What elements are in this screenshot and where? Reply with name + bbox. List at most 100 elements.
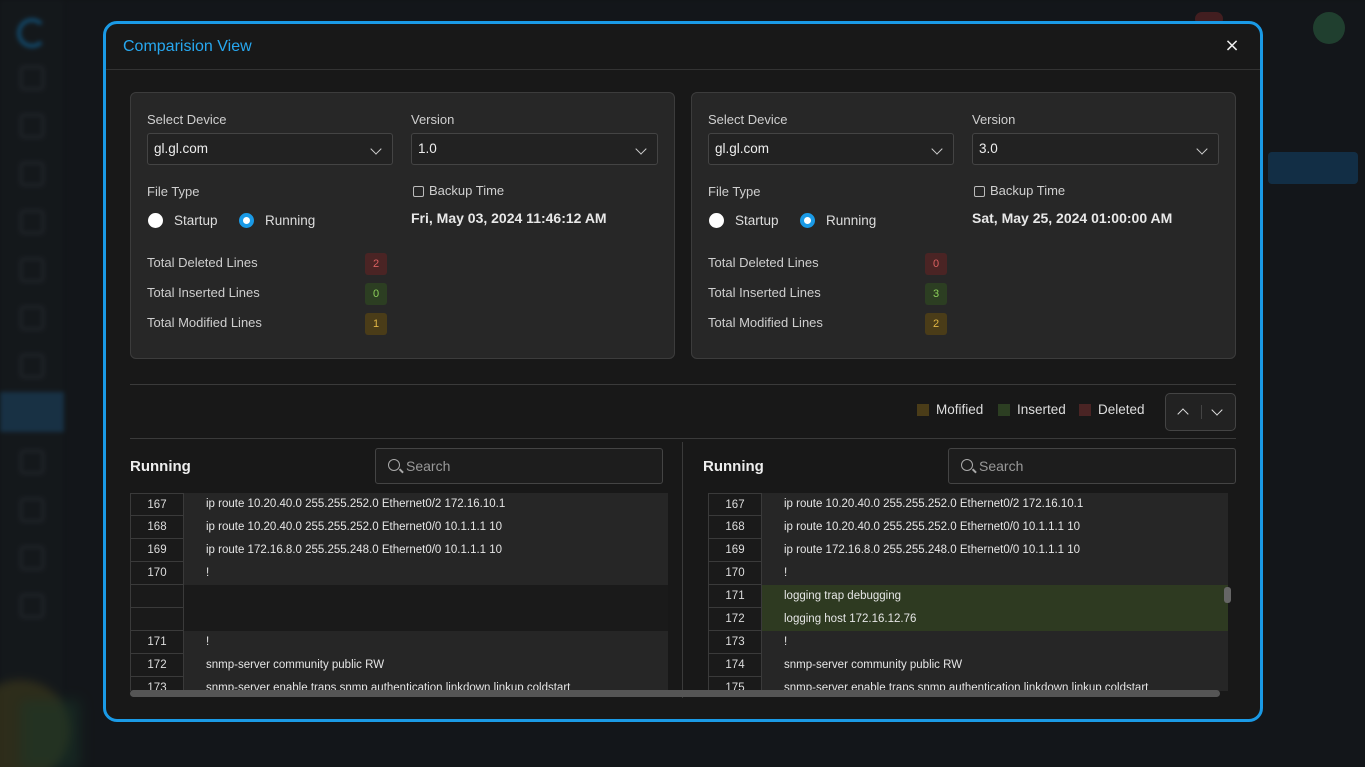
modified-count-badge: 2: [925, 313, 947, 335]
line-text: ip route 10.20.40.0 255.255.252.0 Ethern…: [184, 493, 668, 516]
device-select-value: gl.gl.com: [154, 141, 209, 156]
version-select-value: 1.0: [418, 141, 437, 156]
diff-row: 172 snmp-server community public RW: [130, 654, 668, 677]
line-text: logging trap debugging: [762, 585, 1228, 608]
left-search-input[interactable]: Search: [375, 448, 663, 484]
running-radio[interactable]: [239, 213, 254, 228]
diff-row: 171!: [130, 631, 668, 654]
running-radio[interactable]: [800, 213, 815, 228]
file-type-label: File Type: [147, 184, 200, 199]
diff-row: 174 snmp-server community public RW: [708, 654, 1228, 677]
diff-row: 170!: [708, 562, 1228, 585]
backup-time-value: Fri, May 03, 2024 11:46:12 AM: [411, 210, 607, 226]
line-text: !: [762, 631, 1228, 654]
line-text: snmp-server enable traps snmp authentica…: [762, 677, 1228, 691]
legend-inserted-label: Inserted: [1017, 402, 1066, 417]
right-search-placeholder: Search: [979, 458, 1024, 474]
inserted-lines-label: Total Inserted Lines: [708, 285, 821, 300]
backup-time-label: Backup Time: [990, 183, 1066, 198]
startup-radio-label[interactable]: Startup: [735, 213, 779, 228]
line-number: 175: [708, 677, 762, 691]
version-select-value: 3.0: [979, 141, 998, 156]
chevron-up-icon[interactable]: [1177, 408, 1189, 420]
version-label: Version: [972, 112, 1016, 127]
line-number: 167: [130, 493, 184, 516]
device-select[interactable]: gl.gl.com: [708, 133, 954, 165]
chevron-down-icon[interactable]: [1211, 404, 1223, 416]
left-pane-title: Running: [130, 458, 191, 475]
diff-row: 173 snmp-server enable traps snmp authent…: [130, 677, 668, 691]
line-number: 168: [708, 516, 762, 539]
close-icon[interactable]: ×: [1222, 36, 1242, 56]
modal-title: Comparision View: [123, 37, 252, 55]
line-text: ip route 10.20.40.0 255.255.252.0 Ethern…: [184, 516, 668, 539]
left-config-panel: Select Device gl.gl.com Version 1.0 File…: [130, 92, 675, 359]
diff-row: 169 ip route 172.16.8.0 255.255.248.0 Eth…: [130, 539, 668, 562]
line-text: ip route 10.20.40.0 255.255.252.0 Ethern…: [762, 516, 1228, 539]
vertical-scrollbar[interactable]: [1224, 587, 1231, 603]
diff-row: 173!: [708, 631, 1228, 654]
line-number: 169: [708, 539, 762, 562]
line-number: 167: [708, 493, 762, 516]
right-pane-title: Running: [703, 458, 764, 475]
version-select[interactable]: 1.0: [411, 133, 658, 165]
comparison-modal: Comparision View × Select Device gl.gl.c…: [103, 21, 1263, 722]
search-icon: [388, 459, 400, 471]
line-number: 168: [130, 516, 184, 539]
startup-radio[interactable]: [148, 213, 163, 228]
legend-modified: Mofified: [917, 402, 983, 417]
inserted-count-badge: 3: [925, 283, 947, 305]
inserted-lines-label: Total Inserted Lines: [147, 285, 260, 300]
pane-divider: [682, 442, 683, 698]
left-search-placeholder: Search: [406, 458, 451, 474]
running-radio-label[interactable]: Running: [265, 213, 315, 228]
inserted-count-badge: 0: [365, 283, 387, 305]
modified-lines-label: Total Modified Lines: [147, 315, 262, 330]
startup-radio[interactable]: [709, 213, 724, 228]
modified-count-badge: 1: [365, 313, 387, 335]
line-text: [184, 585, 668, 608]
left-diff-view[interactable]: 167 ip route 10.20.40.0 255.255.252.0 Eth…: [130, 493, 668, 691]
line-text: logging host 172.16.12.76: [762, 608, 1228, 631]
line-text: snmp-server community public RW: [762, 654, 1228, 677]
version-select[interactable]: 3.0: [972, 133, 1219, 165]
line-number: 171: [130, 631, 184, 654]
deleted-count-badge: 2: [365, 253, 387, 275]
line-text: snmp-server community public RW: [184, 654, 668, 677]
line-text: ip route 172.16.8.0 255.255.248.0 Ethern…: [762, 539, 1228, 562]
line-number: 171: [708, 585, 762, 608]
device-select[interactable]: gl.gl.com: [147, 133, 393, 165]
right-diff-view[interactable]: 167 ip route 10.20.40.0 255.255.252.0 Eth…: [708, 493, 1228, 691]
line-number: 170: [708, 562, 762, 585]
line-text: snmp-server enable traps snmp authentica…: [184, 677, 668, 691]
nav-separator: [1201, 405, 1202, 419]
calendar-icon: [974, 186, 985, 197]
search-icon: [961, 459, 973, 471]
modal-header: Comparision View ×: [106, 24, 1260, 70]
chevron-down-icon: [1196, 143, 1208, 155]
diff-row: 171 logging trap debugging: [708, 585, 1228, 608]
diff-row: 168 ip route 10.20.40.0 255.255.252.0 Eth…: [130, 516, 668, 539]
legend-inserted: Inserted: [998, 402, 1066, 417]
diff-row: 172 logging host 172.16.12.76: [708, 608, 1228, 631]
running-radio-label[interactable]: Running: [826, 213, 876, 228]
select-device-label: Select Device: [147, 112, 227, 127]
line-number: 174: [708, 654, 762, 677]
right-search-input[interactable]: Search: [948, 448, 1236, 484]
calendar-icon: [413, 186, 424, 197]
legend-deleted: Deleted: [1079, 402, 1145, 417]
diff-row: 167 ip route 10.20.40.0 255.255.252.0 Eth…: [130, 493, 668, 516]
line-number: [130, 585, 184, 608]
divider: [130, 438, 1236, 439]
line-text: ip route 10.20.40.0 255.255.252.0 Ethern…: [762, 493, 1228, 516]
startup-radio-label[interactable]: Startup: [174, 213, 218, 228]
line-text: !: [184, 562, 668, 585]
horizontal-scrollbar[interactable]: [130, 690, 1220, 697]
deleted-swatch: [1079, 403, 1091, 416]
chevron-down-icon: [370, 143, 382, 155]
diff-row: [130, 585, 668, 608]
chevron-down-icon: [635, 143, 647, 155]
diff-row: [130, 608, 668, 631]
deleted-lines-label: Total Deleted Lines: [708, 255, 819, 270]
line-number: 173: [130, 677, 184, 691]
